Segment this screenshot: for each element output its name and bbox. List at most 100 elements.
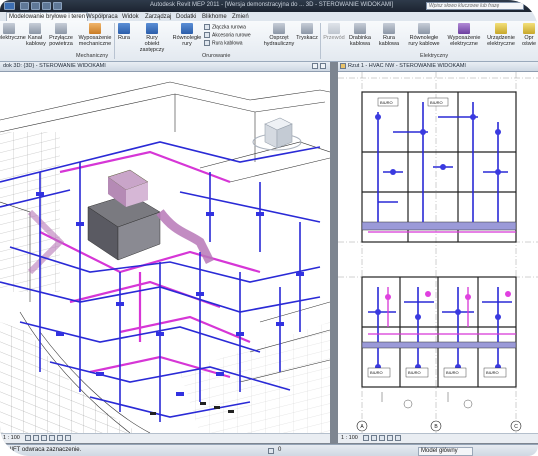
room-label: BIURO xyxy=(446,370,459,375)
detail-level-icon[interactable] xyxy=(363,434,370,441)
room-label: BIURO xyxy=(370,370,383,375)
electrical-equipment-icon xyxy=(458,23,470,34)
cable-ladder-button[interactable]: Drabinka kablowa xyxy=(346,23,374,47)
plumbing-fixture-icon xyxy=(273,23,285,34)
air-handling-units xyxy=(87,169,161,261)
room-label: BIURO xyxy=(408,370,421,375)
view-3d-control-bar: 1 : 100 xyxy=(0,433,330,443)
application-menu-icon[interactable] xyxy=(4,2,15,10)
view-3d-scale[interactable]: 1 : 100 xyxy=(0,435,20,441)
view-plan-title: Rzut 1 - HVAC NW - STEROWANIE WIDOKAMI xyxy=(348,63,466,69)
view-3d-title: dok 3D: {3D} - STEROWANIE WIDOKAMI xyxy=(3,63,106,69)
crop-view-icon[interactable] xyxy=(387,434,394,441)
filter-icon[interactable] xyxy=(268,448,274,454)
sprinkler-button[interactable]: Tryskacz xyxy=(296,23,318,41)
view-3d-canvas[interactable] xyxy=(0,72,330,433)
view-plan-canvas[interactable]: BIURO BIURO BIURO BIURO BIURO BIURO A B … xyxy=(338,72,538,433)
parallel-conduits-button[interactable]: Równoległe rury kablowe xyxy=(404,23,444,47)
air-terminal-button[interactable]: Przyłącze powietrza xyxy=(48,23,74,47)
conduit-item[interactable]: Rura kablowa xyxy=(204,40,243,46)
plan-pipes xyxy=(368,231,516,335)
status-message: SHIFT odwraca zaznaczenie. xyxy=(3,447,82,453)
wire-icon xyxy=(328,23,340,34)
revit-window: Autodesk Revit MEP 2011 - [Wersja demons… xyxy=(0,0,538,456)
plan-view-icon xyxy=(340,63,346,69)
pipe-placeholder-icon xyxy=(146,23,158,34)
sun-path-icon[interactable] xyxy=(379,434,386,441)
panel-divider xyxy=(114,23,115,59)
air-terminal-icon xyxy=(55,23,67,34)
status-bar: SHIFT odwraca zaznaczenie. 0 Model główn… xyxy=(0,444,538,456)
window-title: Autodesk Revit MEP 2011 - [Wersja demons… xyxy=(150,2,394,8)
floor-plan-drawing: BIURO BIURO BIURO BIURO BIURO BIURO A B … xyxy=(338,72,538,433)
tab-manage[interactable]: Zarządzaj xyxy=(145,13,171,21)
close-view-icon[interactable] xyxy=(320,63,326,69)
electrical-device-icon xyxy=(495,23,507,34)
tab-extra[interactable]: Blikhome xyxy=(202,13,227,21)
hide-isolate-icon[interactable] xyxy=(65,434,72,441)
visual-style-icon[interactable] xyxy=(371,434,378,441)
cable-tray-button[interactable]: elektryczne xyxy=(0,23,26,41)
open-icon[interactable] xyxy=(20,2,29,10)
plan-duct-branches xyxy=(368,102,512,372)
lighting-fixture-button[interactable]: Opr oświe xyxy=(520,23,538,47)
save-icon[interactable] xyxy=(31,2,40,10)
parallel-pipes-button[interactable]: Równoległe rury xyxy=(172,23,202,47)
shadows-icon[interactable] xyxy=(49,434,56,441)
tab-collaborate[interactable]: Współpraca xyxy=(86,13,118,21)
panel-divider xyxy=(320,23,321,59)
lighting-fixture-icon xyxy=(523,23,535,34)
room-label: BIURO xyxy=(380,100,393,105)
viewcube-icon[interactable] xyxy=(252,117,302,151)
view-plan-control-bar: 1 : 100 xyxy=(338,433,538,443)
tab-modify[interactable]: Zmień xyxy=(232,13,249,21)
panel-mechanical-label[interactable]: Mechaniczny xyxy=(76,53,108,59)
main-duct-plan xyxy=(361,221,517,231)
sun-path-icon[interactable] xyxy=(41,434,48,441)
plumbing-fixture-button[interactable]: Osprzęt hydrauliczny xyxy=(262,23,296,47)
panel-piping-label[interactable]: Orurowanie xyxy=(202,53,230,59)
room-label: BIURO xyxy=(430,100,443,105)
tab-view[interactable]: Widok xyxy=(122,13,139,21)
wire-button[interactable]: Przewód xyxy=(322,23,346,41)
view-plan-scale[interactable]: 1 : 100 xyxy=(338,435,358,441)
conduit-small-icon xyxy=(204,40,210,46)
filter-count: 0 xyxy=(278,447,282,453)
sprinkler-icon xyxy=(301,23,313,34)
parallel-conduits-icon xyxy=(418,23,430,34)
tab-massing[interactable]: Modelowanie bryłowe i teren xyxy=(6,12,89,21)
model-selector[interactable]: Model główny xyxy=(418,447,473,456)
3d-model-drawing xyxy=(0,81,330,433)
redo-icon[interactable] xyxy=(53,2,62,10)
electrical-equipment-button[interactable]: Wyposażenie elektryczne xyxy=(446,23,482,47)
room-label: BIURO xyxy=(486,370,499,375)
mechanical-equipment-button[interactable]: Wyposażenie mechaniczne xyxy=(78,23,112,47)
search-input[interactable]: Wpisz słowo kluczowe lub frazę xyxy=(426,2,524,10)
conduit-button[interactable]: Rura kablowa xyxy=(374,23,404,47)
view-3d-title-bar[interactable]: dok 3D: {3D} - STEROWANIE WIDOKAMI xyxy=(0,62,330,72)
panel-electrical-label[interactable]: Elektryczny xyxy=(420,53,448,59)
undo-icon[interactable] xyxy=(42,2,51,10)
pipe-button[interactable]: Rura xyxy=(116,23,132,41)
view-plan-title-bar[interactable]: Rzut 1 - HVAC NW - STEROWANIE WIDOKAMI xyxy=(338,62,538,72)
cable-tray-icon xyxy=(3,23,15,34)
room-tags xyxy=(367,97,507,378)
visual-style-icon[interactable] xyxy=(33,434,40,441)
minimize-view-icon[interactable] xyxy=(312,63,318,69)
duct-button[interactable]: Kanał kablowy xyxy=(26,23,46,47)
pipe-fitting-item[interactable]: Złączka rurowa xyxy=(204,24,246,30)
conduit-icon xyxy=(383,23,395,34)
duct-icon xyxy=(29,23,41,34)
pipe-accessory-item[interactable]: Akcesoria rurowe xyxy=(204,32,251,38)
grid-bubbles xyxy=(356,420,522,432)
ribbon: elektryczne Kanał kablowy Przyłącze powiet… xyxy=(0,21,538,62)
drawing-area: dok 3D: {3D} - STEROWANIE WIDOKAMI 1: 1… xyxy=(0,62,538,444)
detail-level-icon[interactable] xyxy=(25,434,32,441)
pipe-placeholder-button[interactable]: Rury obiekt zastępczy xyxy=(134,23,170,53)
door-swings xyxy=(381,392,473,409)
electrical-device-button[interactable]: Urządzenie elektryczne xyxy=(484,23,518,47)
tab-addins[interactable]: Dodatki xyxy=(176,13,196,21)
pipe-icon xyxy=(118,23,130,34)
hide-isolate-icon[interactable] xyxy=(395,434,402,441)
crop-view-icon[interactable] xyxy=(57,434,64,441)
